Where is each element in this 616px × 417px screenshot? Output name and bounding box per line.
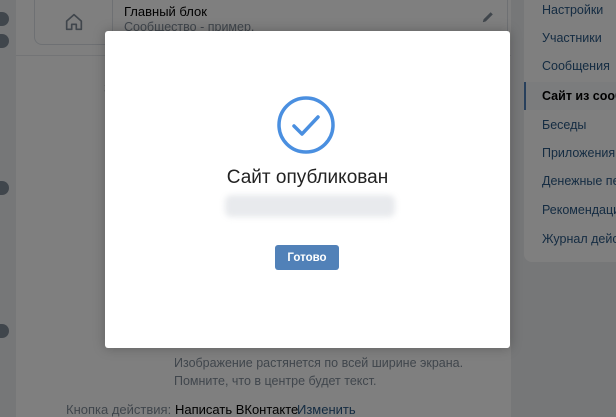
check-circle-icon xyxy=(277,96,335,154)
site-published-dialog: Сайт опубликован Готово xyxy=(105,31,510,348)
done-button[interactable]: Готово xyxy=(275,245,339,270)
published-site-link-blurred[interactable] xyxy=(225,195,395,217)
dialog-title: Сайт опубликован xyxy=(226,167,389,188)
